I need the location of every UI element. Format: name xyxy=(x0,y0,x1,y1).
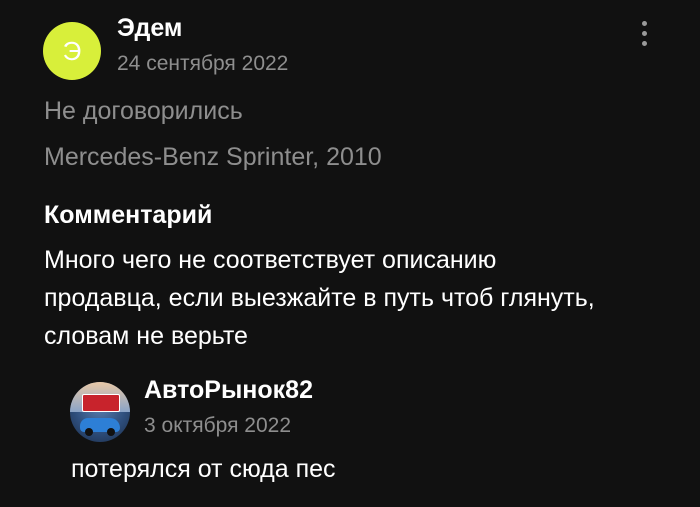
seller-name[interactable]: АвтоРынок82 xyxy=(144,376,313,405)
review-date: 24 сентября 2022 xyxy=(117,52,289,75)
avatar-initial: Э xyxy=(62,35,82,66)
seller-avatar[interactable] xyxy=(70,382,130,442)
author-avatar[interactable]: Э xyxy=(43,22,101,80)
more-vertical-icon xyxy=(641,20,647,26)
more-vertical-icon xyxy=(641,30,647,36)
author-name[interactable]: Эдем xyxy=(117,14,182,43)
vehicle-info: Mercedes-Benz Sprinter, 2010 xyxy=(44,143,382,171)
wheel-icon xyxy=(85,428,93,436)
wheel-icon xyxy=(107,428,115,436)
reply-date: 3 октября 2022 xyxy=(144,414,291,437)
deal-status: Не договорились xyxy=(44,97,243,125)
seller-logo xyxy=(82,394,120,412)
reply-text: потерялся от сюда пес xyxy=(71,455,336,483)
more-vertical-icon xyxy=(641,40,647,46)
comment-heading: Комментарий xyxy=(44,201,213,229)
comment-text: Много чего не соответствует описанию про… xyxy=(44,246,595,350)
more-options-button[interactable] xyxy=(630,16,658,50)
